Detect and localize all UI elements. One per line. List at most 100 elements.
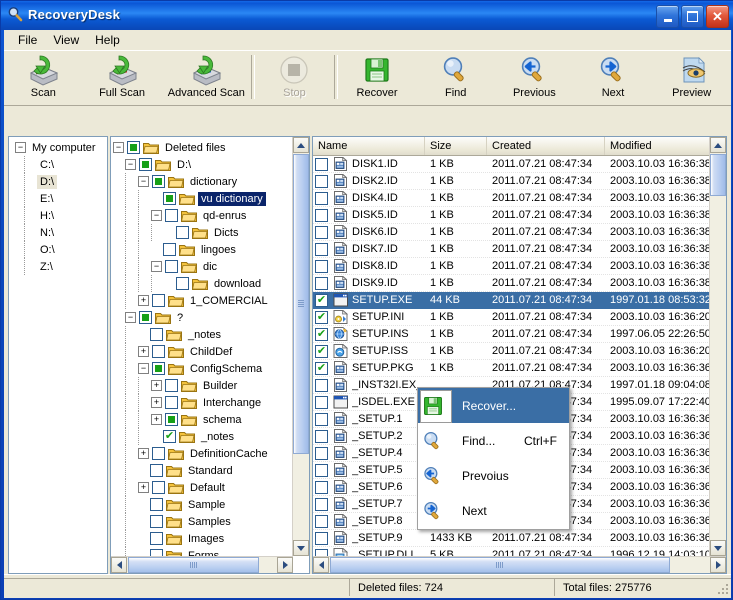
- maximize-button[interactable]: [681, 5, 704, 28]
- file-checkbox-unchecked[interactable]: [315, 277, 328, 290]
- tree-expander-minus-icon[interactable]: −: [125, 312, 136, 323]
- close-button[interactable]: ✕: [706, 5, 729, 28]
- minimize-button[interactable]: [656, 5, 679, 28]
- folder-tree-node[interactable]: Sample: [113, 496, 295, 513]
- folder-tree-node[interactable]: Samples: [113, 513, 295, 530]
- table-row[interactable]: DISK2.ID1 KB2011.07.21 08:47:342003.10.0…: [313, 173, 726, 190]
- context-menu[interactable]: Recover... Find... Ctrl+F: [417, 387, 570, 530]
- file-checkbox-checked[interactable]: ✔: [315, 328, 328, 341]
- column-header-created[interactable]: Created: [487, 137, 605, 155]
- file-list-vscrollbar[interactable]: [709, 137, 726, 556]
- tree-checkbox-empty[interactable]: [150, 515, 163, 528]
- toolbar-button-full-scan[interactable]: Full Scan: [83, 51, 162, 105]
- tree-checkbox-empty[interactable]: [152, 345, 165, 358]
- file-list-hscrollbar[interactable]: [313, 556, 726, 573]
- tree-expander-plus-icon[interactable]: +: [151, 380, 162, 391]
- table-row[interactable]: DISK5.ID1 KB2011.07.21 08:47:342003.10.0…: [313, 207, 726, 224]
- tree-checkbox-partial[interactable]: [127, 141, 140, 154]
- menu-help[interactable]: Help: [87, 31, 128, 49]
- column-header-name[interactable]: Name: [313, 137, 425, 155]
- toolbar-button-scan[interactable]: Scan: [4, 51, 83, 105]
- toolbar-button-find[interactable]: Find: [416, 51, 495, 105]
- folder-tree-node[interactable]: −Deleted files: [113, 139, 295, 156]
- tree-checkbox-empty[interactable]: [150, 498, 163, 511]
- file-list-hscroll-thumb[interactable]: [330, 557, 670, 573]
- folder-tree-vscroll-thumb[interactable]: [293, 154, 309, 454]
- folder-tree-node[interactable]: +Interchange: [113, 394, 295, 411]
- toolbar-button-advanced-scan[interactable]: Advanced Scan: [161, 51, 251, 105]
- tree-expander-minus-icon[interactable]: −: [125, 159, 136, 170]
- menu-file[interactable]: File: [10, 31, 45, 49]
- tree-checkbox-partial[interactable]: [139, 311, 152, 324]
- folder-tree-node[interactable]: Dicts: [113, 224, 295, 241]
- file-checkbox-unchecked[interactable]: [315, 549, 328, 557]
- folder-tree-node[interactable]: ✔_notes: [113, 428, 295, 445]
- context-menu-item-previous[interactable]: Prevoius: [418, 458, 569, 493]
- folder-tree-node[interactable]: lingoes: [113, 241, 295, 258]
- folder-tree-node[interactable]: −D:\: [113, 156, 295, 173]
- tree-checkbox-empty[interactable]: [165, 396, 178, 409]
- folder-tree-node[interactable]: +DefinitionCache: [113, 445, 295, 462]
- tree-checkbox-empty[interactable]: [165, 260, 178, 273]
- resize-grip-icon[interactable]: [714, 580, 728, 594]
- folder-tree-node[interactable]: +schema: [113, 411, 295, 428]
- tree-expander-plus-icon[interactable]: +: [138, 295, 149, 306]
- tree-checkbox-empty[interactable]: [152, 481, 165, 494]
- computer-tree-drive[interactable]: D:\: [11, 173, 99, 190]
- tree-checkbox-empty[interactable]: [150, 328, 163, 341]
- table-row[interactable]: DISK8.ID1 KB2011.07.21 08:47:342003.10.0…: [313, 258, 726, 275]
- folder-tree-node[interactable]: −qd-enrus: [113, 207, 295, 224]
- table-row[interactable]: DISK1.ID1 KB2011.07.21 08:47:342003.10.0…: [313, 156, 726, 173]
- folder-tree-node[interactable]: download: [113, 275, 295, 292]
- tree-checkbox-empty[interactable]: [152, 447, 165, 460]
- scroll-up-button[interactable]: [293, 137, 309, 153]
- table-row[interactable]: _SETUP.91433 KB2011.07.21 08:47:342003.1…: [313, 530, 726, 547]
- computer-tree-drive[interactable]: C:\: [11, 156, 99, 173]
- scroll-left-button[interactable]: [313, 557, 329, 573]
- file-checkbox-checked[interactable]: ✔: [315, 362, 328, 375]
- scroll-right-button[interactable]: [277, 557, 293, 573]
- file-checkbox-unchecked[interactable]: [315, 192, 328, 205]
- file-checkbox-unchecked[interactable]: [315, 515, 328, 528]
- file-checkbox-unchecked[interactable]: [315, 430, 328, 443]
- tree-expander-minus-icon[interactable]: −: [15, 142, 26, 153]
- folder-tree-node[interactable]: +ChildDef: [113, 343, 295, 360]
- folder-tree-node[interactable]: +Default: [113, 479, 295, 496]
- folder-tree-node[interactable]: −?: [113, 309, 295, 326]
- context-menu-item-find[interactable]: Find... Ctrl+F: [418, 423, 569, 458]
- computer-tree-drive[interactable]: N:\: [11, 224, 99, 241]
- scroll-right-button[interactable]: [710, 557, 726, 573]
- scroll-down-button[interactable]: [293, 540, 309, 556]
- scroll-up-button[interactable]: [710, 137, 726, 153]
- computer-tree-root[interactable]: −My computer: [11, 139, 99, 156]
- tree-checkbox-partial[interactable]: [152, 175, 165, 188]
- table-row[interactable]: ✔SETUP.INI1 KB2011.07.21 08:47:342003.10…: [313, 309, 726, 326]
- file-checkbox-unchecked[interactable]: [315, 498, 328, 511]
- toolbar-button-stop[interactable]: Stop: [255, 51, 334, 105]
- tree-expander-minus-icon[interactable]: −: [138, 176, 149, 187]
- scroll-down-button[interactable]: [710, 540, 726, 556]
- file-checkbox-unchecked[interactable]: [315, 413, 328, 426]
- file-checkbox-unchecked[interactable]: [315, 226, 328, 239]
- file-checkbox-checked[interactable]: ✔: [315, 345, 328, 358]
- tree-checkbox-empty[interactable]: [150, 464, 163, 477]
- file-checkbox-unchecked[interactable]: [315, 260, 328, 273]
- file-checkbox-unchecked[interactable]: [315, 396, 328, 409]
- tree-expander-plus-icon[interactable]: +: [151, 397, 162, 408]
- tree-checkbox-empty[interactable]: [176, 226, 189, 239]
- table-row[interactable]: _SETUP.DLL5 KB2011.07.21 08:47:341996.12…: [313, 547, 726, 556]
- tree-expander-minus-icon[interactable]: −: [151, 210, 162, 221]
- context-menu-item-next[interactable]: Next: [418, 493, 569, 528]
- file-list-vscroll-thumb[interactable]: [710, 154, 726, 196]
- tree-expander-plus-icon[interactable]: +: [138, 346, 149, 357]
- computer-tree-pane[interactable]: −My computerC:\D:\E:\H:\N:\O:\Z:\: [8, 136, 108, 574]
- file-checkbox-unchecked[interactable]: [315, 158, 328, 171]
- folder-tree-pane[interactable]: −Deleted files−D:\−dictionaryvu dictiona…: [110, 136, 310, 574]
- table-row[interactable]: DISK9.ID1 KB2011.07.21 08:47:342003.10.0…: [313, 275, 726, 292]
- scroll-left-button[interactable]: [111, 557, 127, 573]
- folder-tree-hscroll-thumb[interactable]: [128, 557, 259, 573]
- tree-expander-minus-icon[interactable]: −: [138, 363, 149, 374]
- file-checkbox-unchecked[interactable]: [315, 243, 328, 256]
- context-menu-item-recover[interactable]: Recover...: [418, 388, 569, 423]
- tree-checkbox-empty[interactable]: [165, 209, 178, 222]
